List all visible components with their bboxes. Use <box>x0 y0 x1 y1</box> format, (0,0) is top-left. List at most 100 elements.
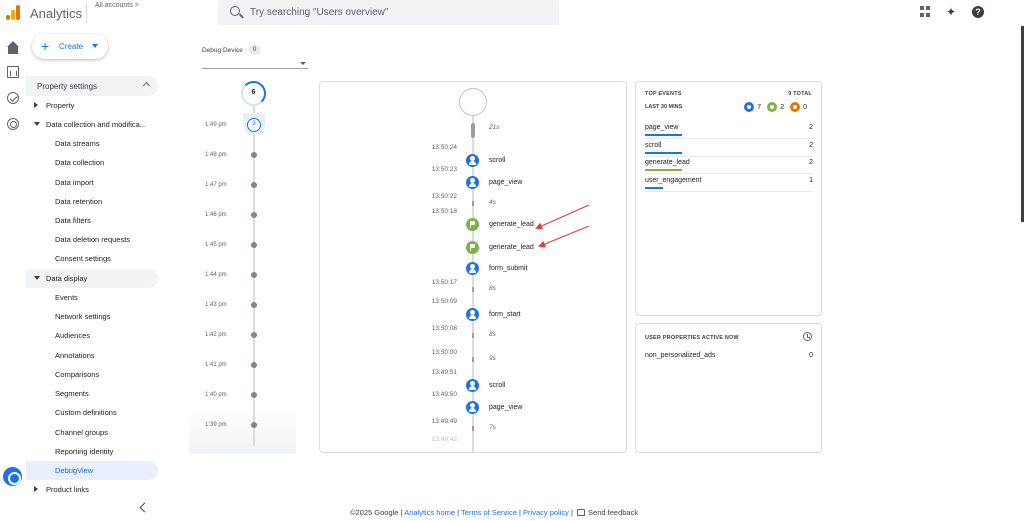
sidebar-item-data-display[interactable]: Data display <box>26 269 158 288</box>
event-time: 13:50:09 <box>431 298 457 305</box>
explore-icon[interactable] <box>7 92 19 104</box>
sidebar-item-debugview[interactable]: DebugView <box>26 461 158 480</box>
sidebar-item-product-links[interactable]: Product links <box>26 480 158 499</box>
sidebar-item-audiences[interactable]: Audiences <box>26 326 158 345</box>
gap-duration: 8s <box>472 331 496 338</box>
debug-device-select[interactable] <box>202 57 308 69</box>
property-settings-header[interactable]: Property settings <box>26 76 158 96</box>
analytics-logo[interactable] <box>6 5 20 20</box>
minute-row[interactable]: 1:39 pm <box>189 421 296 431</box>
chevron-up-icon <box>142 81 151 90</box>
history-icon[interactable] <box>803 332 812 341</box>
debug-device-label: Debug Device <box>202 47 243 54</box>
user-property-name: non_personalized_ads <box>645 352 716 359</box>
apps-grid-icon[interactable] <box>920 6 932 18</box>
sidebar-item-events[interactable]: Events <box>26 288 158 307</box>
sidebar-item-data-collection[interactable]: Data collection <box>26 153 158 172</box>
sidebar-item-custom-definitions[interactable]: Custom definitions <box>26 403 158 422</box>
gap-duration: 21s <box>471 124 500 131</box>
top-event-row[interactable]: page_view 2 <box>645 122 813 139</box>
user-property-row[interactable]: non_personalized_ads 0 <box>645 352 813 359</box>
top-event-count: 1 <box>809 176 813 184</box>
top-events-subtitle: LAST 30 MINS <box>645 104 683 110</box>
top-events-title: TOP EVENTS <box>645 91 682 97</box>
search-icon <box>230 6 240 16</box>
gap-time: 13:50:22 <box>431 193 457 200</box>
top-event-row[interactable]: scroll 2 <box>645 140 813 157</box>
sidebar-item-data-import[interactable]: Data import <box>26 173 158 192</box>
sidebar-item-consent-settings[interactable]: Consent settings <box>26 249 158 268</box>
collapse-triangle-icon <box>34 276 40 280</box>
top-event-bar <box>645 151 682 154</box>
event-item[interactable]: form_submit <box>320 262 626 276</box>
event-item[interactable]: 13:50:24 scroll <box>320 144 626 168</box>
gap-time: 13:50:00 <box>431 349 457 356</box>
top-event-row[interactable]: user_engagement 1 <box>645 175 813 192</box>
collapse-sidebar-chevron-icon[interactable] <box>139 502 150 513</box>
sidebar-item-reporting-identity[interactable]: Reporting identity <box>26 442 158 461</box>
sidebar-item-comparisons[interactable]: Comparisons <box>26 365 158 384</box>
account-picker[interactable]: All accounts > <box>95 2 139 9</box>
minute-dot <box>251 302 257 308</box>
event-item[interactable]: 13:50:09 form_start <box>320 298 626 322</box>
sidebar-item-annotations[interactable]: Annotations <box>26 346 158 365</box>
user-event-icon <box>466 308 479 321</box>
help-icon[interactable]: ? <box>972 6 984 18</box>
minute-row[interactable]: 1:41 pm <box>189 361 296 371</box>
time-gap: 13:50:00 9s <box>320 349 626 365</box>
sidebar-item-data-filters[interactable]: Data filters <box>26 211 158 230</box>
top-event-bar <box>645 186 663 189</box>
plus-icon: + <box>41 38 50 54</box>
conversion-flag-icon <box>466 218 479 231</box>
sidebar-item-data-deletion-requests[interactable]: Data deletion requests <box>26 230 158 249</box>
event-time: 13:50:23 <box>431 166 457 173</box>
minute-row[interactable]: 1:46 pm <box>189 211 296 221</box>
event-item[interactable]: 13:50:18 generate_lead <box>320 208 626 232</box>
search-input[interactable] <box>250 4 550 20</box>
event-item[interactable]: 13:50:23 page_view <box>320 166 626 190</box>
user-event-icon <box>466 401 479 414</box>
minute-row[interactable]: 1:40 pm <box>189 391 296 401</box>
sidebar-item-segments[interactable]: Segments <box>26 384 158 403</box>
user-event-icon <box>466 176 479 189</box>
create-button[interactable]: + Create <box>32 34 108 59</box>
sidebar-item-network-settings[interactable]: Network settings <box>26 307 158 326</box>
event-name: generate_lead <box>489 244 534 251</box>
reports-icon[interactable] <box>7 66 19 78</box>
sidebar-item-data-collection-and-modification[interactable]: Data collection and modifica... <box>26 115 158 134</box>
sparkle-icon[interactable]: ✦ <box>946 6 958 18</box>
privacy-policy-link[interactable]: Privacy policy <box>523 508 569 517</box>
home-icon[interactable] <box>7 41 19 54</box>
event-item[interactable]: 13:49:51 scroll <box>320 369 626 393</box>
admin-gear-icon[interactable] <box>3 467 22 486</box>
accounts-label: All accounts <box>95 2 133 9</box>
top-event-bar <box>645 169 682 171</box>
minute-dot <box>251 242 257 248</box>
minute-row[interactable]: 1:45 pm <box>189 241 296 251</box>
sidebar-item-data-retention[interactable]: Data retention <box>26 192 158 211</box>
minute-row[interactable]: 1:42 pm <box>189 331 296 341</box>
app-title: Analytics <box>30 6 83 21</box>
minute-row[interactable]: 1:47 pm <box>189 181 296 191</box>
sidebar-item-property[interactable]: Property <box>26 96 158 115</box>
event-item[interactable]: generate_lead <box>320 241 626 255</box>
current-minute-count[interactable]: 3 <box>247 118 261 132</box>
event-name: page_view <box>489 179 523 186</box>
event-item[interactable]: 13:49:50 page_view <box>320 391 626 415</box>
sidebar-item-channel-groups[interactable]: Channel groups <box>26 423 158 442</box>
advertising-icon[interactable] <box>7 118 19 130</box>
event-name: form_start <box>489 311 521 318</box>
minute-row[interactable]: 1:44 pm <box>189 271 296 281</box>
search-bar[interactable] <box>218 0 559 25</box>
minute-dot <box>251 362 257 368</box>
minute-row[interactable]: 1:48 pm <box>189 151 296 161</box>
sidebar-item-data-streams[interactable]: Data streams <box>26 134 158 153</box>
send-feedback-link[interactable]: Send feedback <box>588 508 638 517</box>
terms-of-service-link[interactable]: Terms of Service <box>461 508 517 517</box>
top-event-name: generate_lead <box>645 159 690 166</box>
analytics-home-link[interactable]: Analytics home <box>404 508 455 517</box>
top-event-row[interactable]: generate_lead 2 <box>645 157 813 174</box>
minute-row[interactable]: 1:49 pm <box>189 121 296 131</box>
event-name: scroll <box>489 157 506 164</box>
minute-row[interactable]: 1:43 pm <box>189 301 296 311</box>
